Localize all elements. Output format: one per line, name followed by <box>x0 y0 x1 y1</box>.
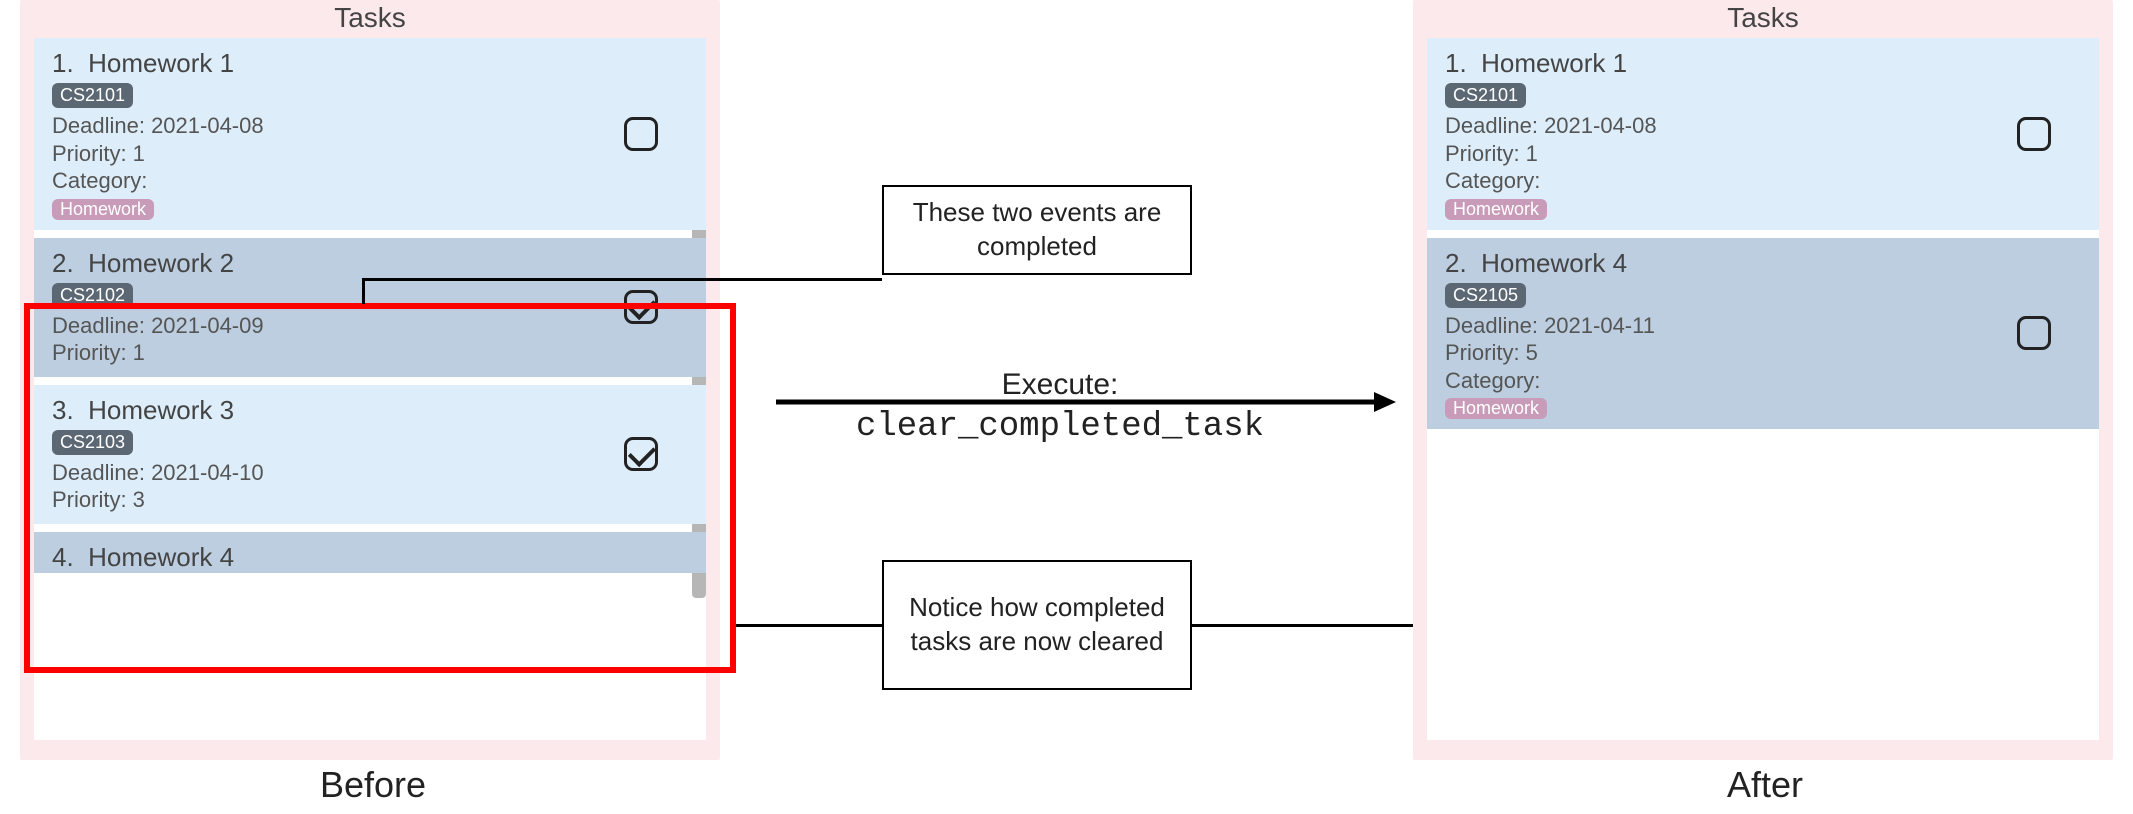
task-priority: Priority: 1 <box>52 140 688 168</box>
checkbox-checked-icon[interactable] <box>624 437 658 471</box>
task-title: 2. Homework 4 <box>1445 248 2081 279</box>
module-pill: CS2102 <box>52 283 133 308</box>
connector-line <box>736 624 882 627</box>
panel-header-before: Tasks <box>20 0 720 38</box>
panel-after: Tasks 1. Homework 1 CS2101 Deadline: 202… <box>1413 0 2113 760</box>
task-category-label: Category: <box>1445 167 2081 195</box>
category-pill: Homework <box>1445 398 1547 419</box>
after-label: After <box>1727 764 1803 806</box>
task-index: 3. <box>52 395 74 425</box>
task-item[interactable]: 1. Homework 1 CS2101 Deadline: 2021-04-0… <box>1427 38 2099 230</box>
module-pill: CS2101 <box>1445 83 1526 108</box>
task-item[interactable]: 4. Homework 4 <box>34 532 706 573</box>
annotation-completed: These two events are completed <box>882 185 1192 275</box>
connector-line <box>362 278 882 281</box>
module-pill: CS2105 <box>1445 283 1526 308</box>
checkbox-unchecked-icon[interactable] <box>2017 316 2051 350</box>
task-deadline: Deadline: 2021-04-09 <box>52 312 688 340</box>
task-category-label: Category: <box>52 167 688 195</box>
task-index: 1. <box>1445 48 1467 78</box>
panel-before: Tasks 1. Homework 1 CS2101 Deadline: 202… <box>20 0 720 760</box>
task-priority: Priority: 1 <box>52 339 688 367</box>
checkbox-unchecked-icon[interactable] <box>2017 117 2051 151</box>
module-pill: CS2101 <box>52 83 133 108</box>
task-name: Homework 4 <box>88 542 234 572</box>
task-item[interactable]: 2. Homework 2 CS2102 Deadline: 2021-04-0… <box>34 238 706 377</box>
task-category-label: Category: <box>1445 367 2081 395</box>
task-name: Homework 4 <box>1481 248 1627 278</box>
connector-line <box>1192 624 1413 627</box>
checkbox-unchecked-icon[interactable] <box>624 117 658 151</box>
task-index: 1. <box>52 48 74 78</box>
task-item[interactable]: 1. Homework 1 CS2101 Deadline: 2021-04-0… <box>34 38 706 230</box>
task-item[interactable]: 2. Homework 4 CS2105 Deadline: 2021-04-1… <box>1427 238 2099 430</box>
task-priority: Priority: 5 <box>1445 339 2081 367</box>
task-deadline: Deadline: 2021-04-08 <box>1445 112 2081 140</box>
arrow-icon <box>776 390 1396 414</box>
task-title: 4. Homework 4 <box>52 542 688 573</box>
task-index: 4. <box>52 542 74 572</box>
task-index: 2. <box>1445 248 1467 278</box>
task-deadline: Deadline: 2021-04-10 <box>52 459 688 487</box>
task-title: 3. Homework 3 <box>52 395 688 426</box>
annotation-cleared: Notice how completed tasks are now clear… <box>882 560 1192 690</box>
module-pill: CS2103 <box>52 430 133 455</box>
task-title: 1. Homework 1 <box>52 48 688 79</box>
task-name: Homework 2 <box>88 248 234 278</box>
checkbox-checked-icon[interactable] <box>624 290 658 324</box>
task-index: 2. <box>52 248 74 278</box>
task-title: 1. Homework 1 <box>1445 48 2081 79</box>
task-name: Homework 1 <box>1481 48 1627 78</box>
task-priority: Priority: 1 <box>1445 140 2081 168</box>
task-deadline: Deadline: 2021-04-08 <box>52 112 688 140</box>
panel-header-after: Tasks <box>1413 0 2113 38</box>
task-item[interactable]: 3. Homework 3 CS2103 Deadline: 2021-04-1… <box>34 385 706 524</box>
task-title: 2. Homework 2 <box>52 248 688 279</box>
category-pill: Homework <box>1445 199 1547 220</box>
task-name: Homework 3 <box>88 395 234 425</box>
before-label: Before <box>320 764 426 806</box>
task-name: Homework 1 <box>88 48 234 78</box>
category-pill: Homework <box>52 199 154 220</box>
task-list-before[interactable]: 1. Homework 1 CS2101 Deadline: 2021-04-0… <box>34 38 706 740</box>
task-list-after[interactable]: 1. Homework 1 CS2101 Deadline: 2021-04-0… <box>1427 38 2099 740</box>
task-deadline: Deadline: 2021-04-11 <box>1445 312 2081 340</box>
connector-line <box>362 278 365 303</box>
task-priority: Priority: 3 <box>52 486 688 514</box>
